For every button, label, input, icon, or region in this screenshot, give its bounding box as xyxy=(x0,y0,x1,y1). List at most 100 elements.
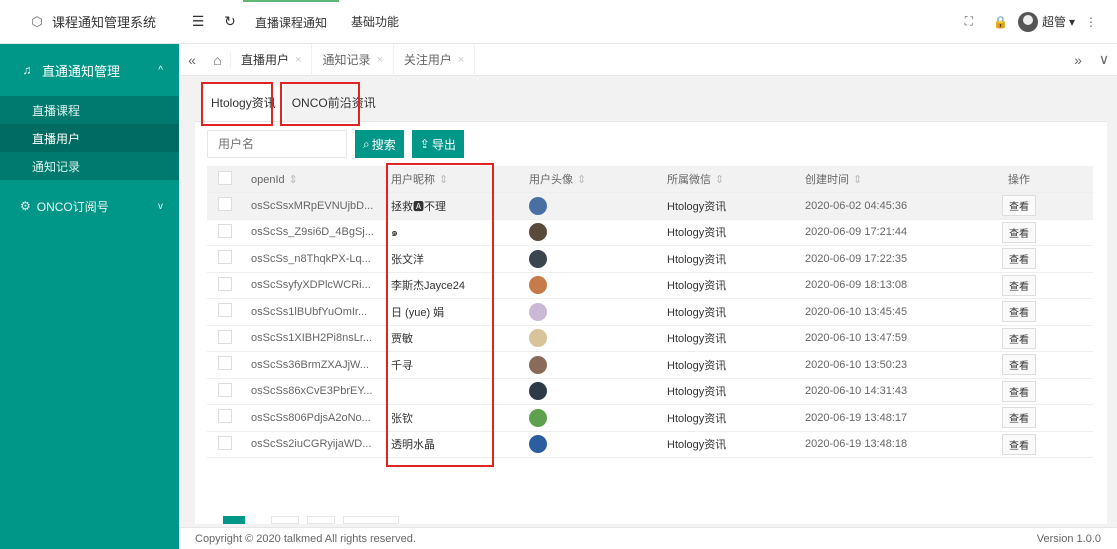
col-openid[interactable]: openId ⇕ xyxy=(243,166,383,193)
row-checkbox[interactable] xyxy=(218,409,232,424)
tabs-left-icon[interactable]: « xyxy=(179,52,205,68)
caret-down-icon[interactable]: ▾ xyxy=(1069,15,1075,29)
menu-toggle-icon[interactable]: ☰ xyxy=(185,13,211,30)
cell-created: 2020-06-10 13:47:59 xyxy=(797,325,945,352)
table-row[interactable]: osScSs1lBUbfYuOmIr... 日 (yue) 娟 Htology资讯 2… xyxy=(207,298,1093,326)
row-checkbox[interactable] xyxy=(218,250,232,265)
cell-action: 查看 xyxy=(945,404,1093,432)
cell-openid: osScSs806PdjsA2oNo... xyxy=(243,404,383,432)
table-row[interactable]: osScSs86xCvE3PbrEY... Htology资讯 2020-06-10… xyxy=(207,378,1093,405)
sidebar: ⬡ 课程通知管理系统 ♫ 直通通知管理 ^ 直播课程 直播用户 通知记录 ⚙ O… xyxy=(0,0,179,549)
topbar-link-live[interactable]: 直播课程通知 xyxy=(243,0,340,44)
table-row[interactable]: osScSs806PdjsA2oNo... 张钦 Htology资讯 2020-06-… xyxy=(207,404,1093,432)
col-wechat[interactable]: 所属微信 ⇕ xyxy=(659,166,797,193)
topbar-link-basic[interactable]: 基础功能 xyxy=(339,0,411,44)
main-content: Htology资讯 ONCO前沿资讯 ⌕ 搜索 ⇪ 导出 openId⇕ 用户昵… xyxy=(195,82,1107,524)
view-button[interactable]: 查看 xyxy=(1002,433,1036,455)
row-checkbox[interactable] xyxy=(218,276,232,291)
user-name[interactable]: 超管 xyxy=(1042,13,1066,30)
table-row[interactable]: osScSsyfyXDPlcWCRi... 李斯杰Jayce24 Htology资讯… xyxy=(207,272,1093,299)
sidebar-item-live-course[interactable]: 直播课程 xyxy=(0,96,179,124)
sidebar-group-onco[interactable]: ⚙ ONCO订阅号 v xyxy=(0,186,179,226)
cell-action: 查看 xyxy=(945,431,1093,458)
more-icon[interactable]: ⋮ xyxy=(1085,15,1097,29)
row-checkbox[interactable] xyxy=(218,329,232,344)
user-avatar xyxy=(529,435,547,454)
cell-avatar xyxy=(521,245,659,273)
table-row[interactable]: osScSs36BrmZXAJjW... 千寻 Htology资讯 2020-06-1… xyxy=(207,351,1093,379)
sidebar-group-label: ONCO订阅号 xyxy=(36,199,109,214)
close-icon[interactable]: × xyxy=(376,54,382,66)
export-button[interactable]: ⇪ 导出 xyxy=(411,130,464,158)
cell-openid: osScSsxMRpEVNUjbD... xyxy=(243,192,383,220)
cell-wechat: Htology资讯 xyxy=(659,298,797,326)
row-checkbox[interactable] xyxy=(218,223,232,238)
sidebar-item-live-user[interactable]: 直播用户 xyxy=(0,124,179,152)
view-button[interactable]: 查看 xyxy=(1002,354,1036,376)
col-action: 操作 xyxy=(945,166,1093,193)
table-row[interactable]: osScSsxMRpEVNUjbD... 拯救🅰不理 Htology资讯 2020-0… xyxy=(207,192,1093,220)
table-row[interactable]: osScSs_n8ThqkPX-Lq... 张文洋 Htology资讯 2020-06… xyxy=(207,245,1093,273)
view-button[interactable]: 查看 xyxy=(1002,327,1036,349)
close-icon[interactable]: × xyxy=(458,54,464,66)
sidebar-group-notify[interactable]: ♫ 直通通知管理 ^ xyxy=(0,44,179,96)
page-box[interactable] xyxy=(271,516,299,524)
row-checkbox[interactable] xyxy=(218,435,232,450)
search-button[interactable]: ⌕ 搜索 xyxy=(355,130,404,158)
tabs-right-icon[interactable]: » xyxy=(1065,52,1091,68)
table-row[interactable]: osScSs_Z9si6D_4BgSj... ๑ Htology资讯 2020-06-… xyxy=(207,219,1093,246)
row-checkbox[interactable] xyxy=(218,303,232,318)
sidebar-item-notify-log[interactable]: 通知记录 xyxy=(0,152,179,180)
sidebar-group-label: 直通通知管理 xyxy=(42,63,121,79)
lock-icon[interactable]: 🔒 xyxy=(993,15,1008,29)
cell-created: 2020-06-02 04:45:36 xyxy=(797,192,945,220)
page-box[interactable] xyxy=(307,516,335,524)
cell-wechat: Htology资讯 xyxy=(659,378,797,405)
home-icon[interactable]: ⌂ xyxy=(205,51,231,68)
view-button[interactable]: 查看 xyxy=(1002,380,1036,402)
cell-wechat: Htology资讯 xyxy=(659,219,797,246)
cell-created: 2020-06-09 17:22:35 xyxy=(797,245,945,273)
username-input[interactable] xyxy=(207,130,347,158)
cell-openid: osScSs_Z9si6D_4BgSj... xyxy=(243,219,383,246)
table-header-row: openId ⇕ 用户昵称 ⇕ 用户头像 ⇕ 所属微信 ⇕ 创建时间 ⇕ 操作 xyxy=(207,166,1093,193)
page-size-select[interactable] xyxy=(343,516,399,524)
user-avatar xyxy=(529,249,547,268)
table-row[interactable]: osScSs2iuCGRyijaWD... 透明水晶 Htology资讯 2020-0… xyxy=(207,431,1093,458)
user-avatar xyxy=(529,276,547,295)
export-icon: ⇪ xyxy=(419,137,430,151)
cell-wechat: Htology资讯 xyxy=(659,192,797,220)
view-button[interactable]: 查看 xyxy=(1002,221,1036,243)
tab-follow-user[interactable]: 关注用户 × xyxy=(394,43,476,76)
pagination xyxy=(223,516,407,524)
fullscreen-icon[interactable]: ⛶ xyxy=(965,14,973,29)
highlight-nickname-col xyxy=(386,163,494,467)
tab-notify-log[interactable]: 通知记录 × xyxy=(312,43,394,76)
row-checkbox[interactable] xyxy=(218,382,232,397)
view-button[interactable]: 查看 xyxy=(1002,407,1036,429)
view-button[interactable]: 查看 xyxy=(1002,195,1036,217)
page-current[interactable] xyxy=(223,516,245,524)
cell-openid: osScSs86xCvE3PbrEY... xyxy=(243,378,383,405)
view-button[interactable]: 查看 xyxy=(1002,274,1036,296)
close-icon[interactable]: × xyxy=(295,54,301,66)
cell-openid: osScSs1lBUbfYuOmIr... xyxy=(243,298,383,326)
view-button[interactable]: 查看 xyxy=(1002,301,1036,323)
col-avatar[interactable]: 用户头像 ⇕ xyxy=(521,166,659,193)
avatar[interactable] xyxy=(1017,11,1038,32)
cell-action: 查看 xyxy=(945,298,1093,326)
tab-live-user[interactable]: 直播用户 × xyxy=(231,43,313,76)
topbar: ☰ ↻ 直播课程通知 基础功能 ⛶ 🔒 超管 ▾ ⋮ xyxy=(179,0,1117,44)
tabs-more-icon[interactable]: ∨ xyxy=(1091,51,1117,68)
refresh-icon[interactable]: ↻ xyxy=(217,13,243,30)
table-row[interactable]: osScSs1XIBH2Pi8nsLr... 贾敏 Htology资讯 2020-06… xyxy=(207,325,1093,352)
highlight-tab-onco xyxy=(280,82,360,126)
col-created[interactable]: 创建时间 ⇕ xyxy=(797,166,945,193)
view-button[interactable]: 查看 xyxy=(1002,248,1036,270)
row-checkbox[interactable] xyxy=(218,356,232,371)
version: Version 1.0.0 xyxy=(1036,532,1101,545)
cell-wechat: Htology资讯 xyxy=(659,325,797,352)
select-all-checkbox[interactable] xyxy=(218,170,232,185)
row-checkbox[interactable] xyxy=(218,197,232,212)
user-avatar xyxy=(529,302,547,321)
